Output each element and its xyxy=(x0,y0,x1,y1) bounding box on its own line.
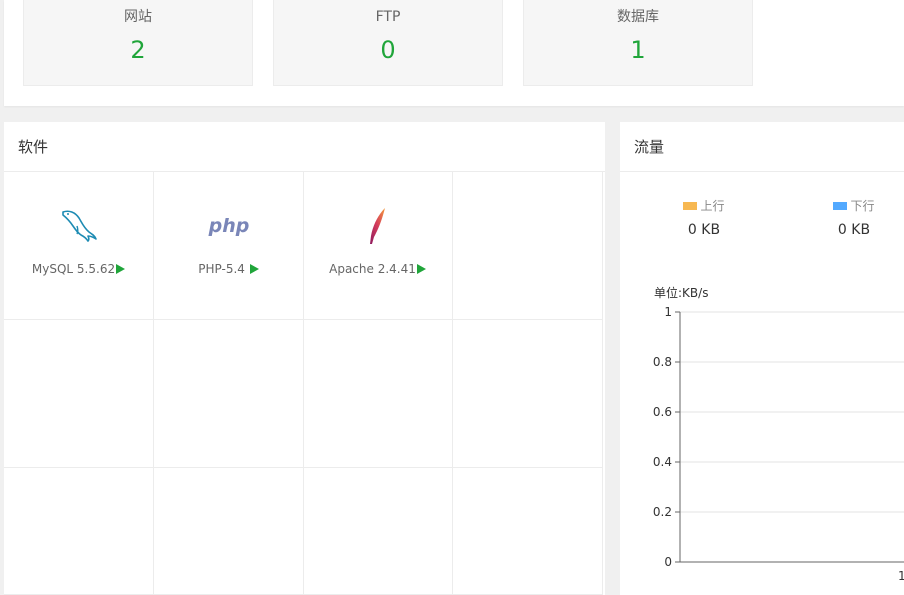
software-slot-empty xyxy=(154,468,304,595)
software-name[interactable]: Apache 2.4.41 xyxy=(303,262,452,276)
y-tick-label: 0.6 xyxy=(653,405,672,419)
software-grid: MySQL 5.5.62 php PHP-5.4 Apache 2.4.41 xyxy=(4,172,603,595)
software-slot-empty xyxy=(453,172,603,320)
software-name-text: Apache 2.4.41 xyxy=(329,262,416,276)
software-slot-empty xyxy=(4,468,154,595)
stat-label: FTP xyxy=(375,9,401,25)
stat-card-sites[interactable]: 网站 2 xyxy=(23,0,253,86)
stats-panel: 网站 2 FTP 0 数据库 1 xyxy=(4,0,904,106)
svg-text:php: php xyxy=(207,215,249,237)
stat-label: 数据库 xyxy=(617,9,659,25)
software-slot-empty xyxy=(154,320,304,468)
stat-card-ftp[interactable]: FTP 0 xyxy=(273,0,503,86)
stat-value[interactable]: 0 xyxy=(274,36,502,64)
software-name-text: PHP-5.4 xyxy=(198,262,245,276)
y-tick-label: 1 xyxy=(664,305,672,319)
stat-card-database[interactable]: 数据库 1 xyxy=(523,0,753,86)
y-tick-label: 0.2 xyxy=(653,505,672,519)
stat-value[interactable]: 1 xyxy=(524,36,752,64)
software-panel: 软件 MySQL 5.5.62 php PHP-5.4 Apache 2.4.4… xyxy=(4,122,605,595)
play-icon[interactable] xyxy=(249,264,259,274)
y-tick-label: 0 xyxy=(664,555,672,569)
software-slot-empty xyxy=(453,468,603,595)
software-slot-empty xyxy=(303,468,453,595)
software-item-php[interactable]: php PHP-5.4 xyxy=(154,172,304,320)
mysql-dolphin-icon xyxy=(4,206,153,246)
software-slot-empty xyxy=(4,320,154,468)
software-slot-empty xyxy=(453,320,603,468)
y-tick-label: 0.8 xyxy=(653,355,672,369)
y-tick-label: 0.4 xyxy=(653,455,672,469)
php-logo-icon: php xyxy=(154,206,303,246)
play-icon[interactable] xyxy=(116,264,126,274)
apache-feather-icon xyxy=(303,206,452,246)
software-panel-title: 软件 xyxy=(4,122,605,172)
software-name[interactable]: PHP-5.4 xyxy=(154,262,303,276)
stat-label: 网站 xyxy=(124,9,152,25)
software-name-text: MySQL 5.5.62 xyxy=(31,262,116,276)
traffic-chart: 0 0.2 0.4 0.6 0.8 1 1 xyxy=(653,305,904,583)
software-item-mysql[interactable]: MySQL 5.5.62 xyxy=(4,172,154,320)
stat-value[interactable]: 2 xyxy=(24,36,252,64)
traffic-panel: 流量 上行 0 KB 下行 0 KB 单位:KB/s 0 0.2 0.4 0.6 0.8… xyxy=(620,122,904,595)
software-name[interactable]: MySQL 5.5.62 xyxy=(4,262,153,276)
software-slot-empty xyxy=(303,320,453,468)
x-tick-label: 1 xyxy=(898,569,904,583)
software-item-apache[interactable]: Apache 2.4.41 xyxy=(303,172,453,320)
play-icon[interactable] xyxy=(416,264,426,274)
